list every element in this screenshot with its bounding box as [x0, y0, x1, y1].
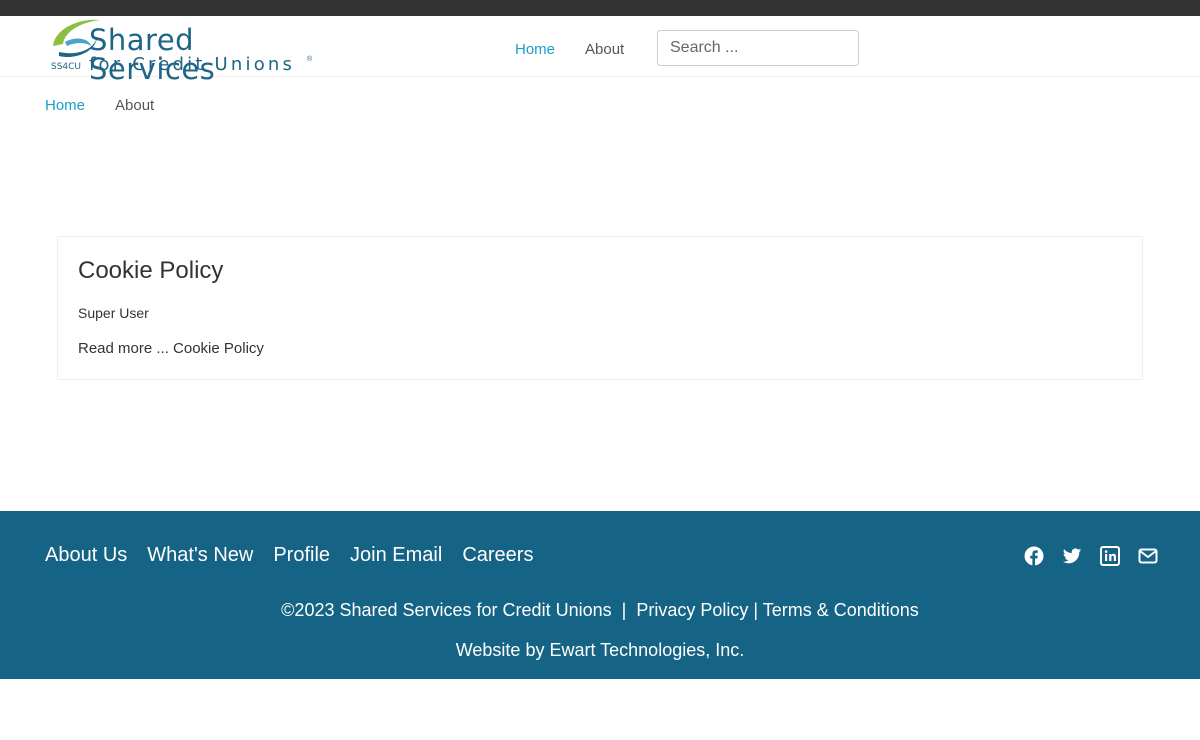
search-input[interactable] [657, 30, 859, 66]
breadcrumb-about-link[interactable]: About [115, 97, 154, 114]
article-author: Super User [78, 305, 149, 321]
terms-link[interactable]: Terms & Conditions [763, 600, 919, 620]
site-header: Shared Services for Credit Unions SS4CU … [0, 16, 1200, 84]
website-credit-link[interactable]: Website by Ewart Technologies, Inc. [456, 640, 744, 660]
nav-home-link[interactable]: Home [515, 41, 555, 58]
footer-link-join-email[interactable]: Join Email [350, 544, 442, 567]
footer-copyright-line: ©2023 Shared Services for Credit Unions … [0, 600, 1200, 621]
site-footer: About Us What's New Profile Join Email C… [0, 511, 1200, 679]
social-links [1024, 546, 1158, 566]
footer-nav: About Us What's New Profile Join Email C… [45, 544, 533, 567]
site-logo[interactable]: Shared Services for Credit Unions SS4CU … [45, 16, 320, 84]
logo-text-sub: for Credit Unions [89, 54, 296, 75]
article-title: Cookie Policy [78, 257, 224, 284]
read-more-link[interactable]: Read more ... Cookie Policy [78, 340, 264, 357]
footer-link-careers[interactable]: Careers [462, 544, 533, 567]
breadcrumb: Home About [45, 97, 154, 114]
facebook-icon[interactable] [1024, 546, 1044, 566]
separator: | [753, 600, 759, 620]
twitter-icon[interactable] [1062, 546, 1082, 566]
main-nav: Home About [515, 41, 624, 58]
footer-link-whats-new[interactable]: What's New [147, 544, 253, 567]
footer-credit: Website by Ewart Technologies, Inc. [0, 640, 1200, 661]
separator: | [621, 600, 627, 620]
breadcrumb-home-link[interactable]: Home [45, 97, 85, 114]
logo-registered-mark: ® [307, 56, 313, 63]
linkedin-icon[interactable] [1100, 546, 1120, 566]
footer-link-profile[interactable]: Profile [273, 544, 330, 567]
article-card: Cookie Policy Super User Read more ... C… [57, 236, 1143, 380]
logo-tagline: SS4CU [51, 62, 82, 72]
privacy-policy-link[interactable]: Privacy Policy [636, 600, 748, 620]
email-icon[interactable] [1138, 546, 1158, 566]
nav-about-link[interactable]: About [585, 41, 624, 58]
footer-link-about-us[interactable]: About Us [45, 544, 127, 567]
top-bar [0, 0, 1200, 16]
copyright-text: ©2023 Shared Services for Credit Unions [281, 600, 612, 620]
